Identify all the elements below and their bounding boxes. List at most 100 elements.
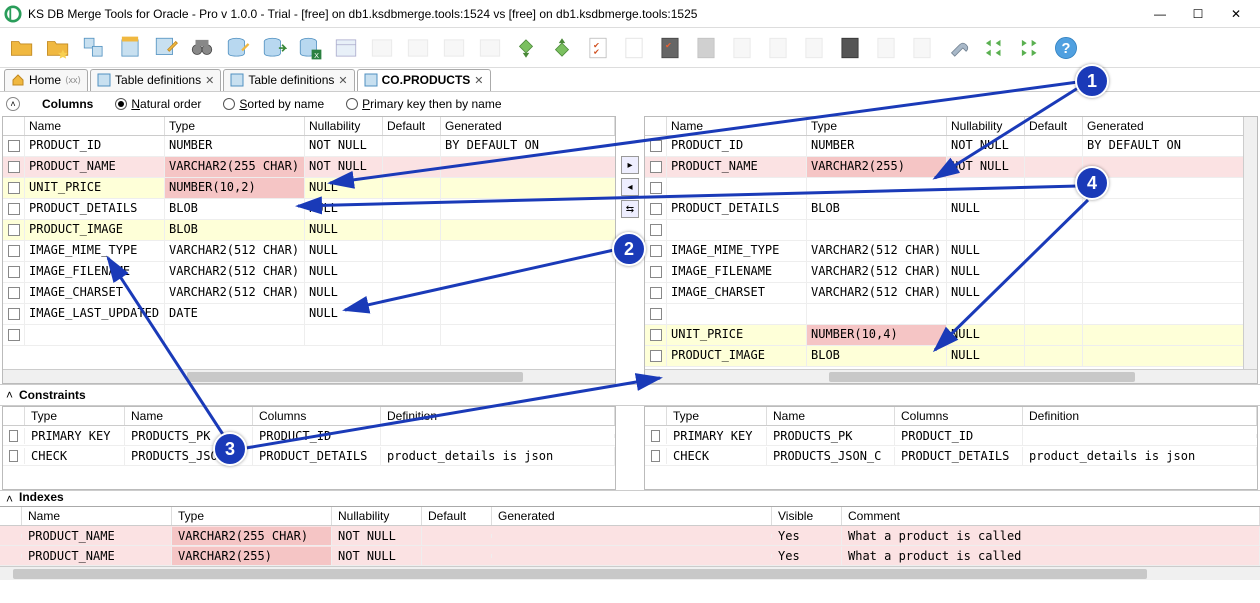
table-row[interactable]: PRODUCT_NAME VARCHAR2(255 CHAR) NOT NULL — [3, 157, 615, 178]
wrench-icon[interactable] — [942, 32, 974, 64]
open-folder-icon[interactable] — [6, 32, 38, 64]
row-checkbox[interactable] — [650, 182, 662, 194]
row-checkbox[interactable] — [651, 430, 660, 442]
row-checkbox[interactable] — [650, 350, 662, 362]
col-name[interactable]: Name — [25, 117, 165, 135]
table-row[interactable]: UNIT_PRICE NUMBER(10,2) NULL — [3, 178, 615, 199]
close-button[interactable]: ✕ — [1224, 4, 1248, 24]
radio-pk-then-name[interactable]: Primary key then by name — [346, 97, 501, 111]
tab-tabledef-2[interactable]: Table definitions ✕ — [223, 69, 354, 91]
minimize-button[interactable]: — — [1148, 4, 1172, 24]
row-checkbox[interactable] — [8, 182, 20, 194]
tab-tabledef-1[interactable]: Table definitions ✕ — [90, 69, 221, 91]
db-excel-icon[interactable]: X — [294, 32, 326, 64]
folder-star-icon[interactable] — [42, 32, 74, 64]
row-checkbox[interactable] — [650, 161, 662, 173]
table-row[interactable]: UNIT_PRICE NUMBER(10,4) NULL — [645, 325, 1257, 346]
table-row[interactable]: PRODUCT_DETAILS BLOB NULL — [645, 199, 1257, 220]
row-checkbox[interactable] — [8, 266, 20, 278]
transfer-left-icon[interactable]: ◂ — [621, 178, 639, 196]
row-checkbox[interactable] — [650, 203, 662, 215]
row-checkbox[interactable] — [650, 266, 662, 278]
close-icon[interactable]: ✕ — [338, 74, 347, 87]
table-row[interactable]: PRODUCT_DETAILS BLOB NULL — [3, 199, 615, 220]
tab-co-products[interactable]: CO.PRODUCTS ✕ — [357, 69, 491, 91]
sync-icon[interactable]: ⇆ — [621, 200, 639, 218]
tab-home[interactable]: Home ⟨xx⟩ — [4, 69, 88, 91]
graydoc5-icon[interactable] — [906, 32, 938, 64]
row-checkbox[interactable] — [650, 329, 662, 341]
grid-compare-icon[interactable] — [78, 32, 110, 64]
graydoc3-icon[interactable] — [798, 32, 830, 64]
col-name[interactable]: Name — [667, 117, 807, 135]
table-row[interactable]: IMAGE_MIME_TYPE VARCHAR2(512 CHAR) NULL — [645, 241, 1257, 262]
check-dark1-icon[interactable]: ✔ — [654, 32, 686, 64]
table-row[interactable]: PRODUCT_IMAGE BLOB NULL — [645, 346, 1257, 367]
transfer-right-icon[interactable]: ▸ — [621, 156, 639, 174]
collapse-toggle-icon[interactable]: ˄ — [6, 492, 13, 506]
row-checkbox[interactable] — [650, 308, 662, 320]
h-scrollbar[interactable] — [645, 369, 1257, 383]
green-arrows2-icon[interactable] — [1014, 32, 1046, 64]
grid-pencil-icon[interactable] — [150, 32, 182, 64]
row-checkbox[interactable] — [650, 140, 662, 152]
col-type[interactable]: Type — [165, 117, 305, 135]
graygrid2-icon[interactable] — [402, 32, 434, 64]
col-null[interactable]: Nullability — [947, 117, 1025, 135]
row-checkbox[interactable] — [8, 287, 20, 299]
graygrid1-icon[interactable] — [366, 32, 398, 64]
right-grid-body[interactable]: PRODUCT_ID NUMBER NOT NULL BY DEFAULT ON… — [645, 136, 1257, 369]
table-row[interactable] — [645, 178, 1257, 199]
row-checkbox[interactable] — [8, 140, 20, 152]
v-scrollbar[interactable] — [1243, 117, 1257, 369]
constraint-row[interactable]: PRIMARY KEY PRODUCTS_PK PRODUCT_ID — [3, 426, 615, 446]
check-doc2-icon[interactable] — [618, 32, 650, 64]
row-checkbox[interactable] — [650, 287, 662, 299]
compare-row[interactable]: PRODUCT_NAME VARCHAR2(255 CHAR) NOT NULL… — [0, 526, 1260, 546]
grid-select-icon[interactable] — [114, 32, 146, 64]
check-dark2-icon[interactable] — [690, 32, 722, 64]
radio-natural-order[interactable]: Natural order — [115, 97, 201, 111]
h-scrollbar[interactable] — [3, 369, 615, 383]
compare-row[interactable]: PRODUCT_NAME VARCHAR2(255) NOT NULL Yes … — [0, 546, 1260, 566]
binoculars-icon[interactable] — [186, 32, 218, 64]
graygrid3-icon[interactable] — [438, 32, 470, 64]
graydoc1-icon[interactable] — [726, 32, 758, 64]
help-icon[interactable]: ? — [1050, 32, 1082, 64]
row-checkbox[interactable] — [9, 450, 18, 462]
table-row[interactable]: IMAGE_MIME_TYPE VARCHAR2(512 CHAR) NULL — [3, 241, 615, 262]
graydoc4-icon[interactable] — [870, 32, 902, 64]
close-icon[interactable]: ✕ — [474, 74, 483, 87]
col-generated[interactable]: Generated — [1083, 117, 1257, 135]
radio-sorted-by-name[interactable]: Sorted by name — [223, 97, 324, 111]
graygrid4-icon[interactable] — [474, 32, 506, 64]
table-row[interactable] — [3, 325, 615, 346]
constraint-row[interactable]: CHECK PRODUCTS_JSON_C PRODUCT_DETAILS pr… — [645, 446, 1257, 466]
table-row[interactable]: IMAGE_LAST_UPDATED DATE NULL — [3, 304, 615, 325]
table-row[interactable]: PRODUCT_ID NUMBER NOT NULL BY DEFAULT ON — [645, 136, 1257, 157]
close-icon[interactable]: ✕ — [205, 74, 214, 87]
collapse-toggle-icon[interactable]: ˄ — [6, 97, 20, 111]
row-checkbox[interactable] — [8, 245, 20, 257]
maximize-button[interactable]: ☐ — [1186, 4, 1210, 24]
left-grid-body[interactable]: PRODUCT_ID NUMBER NOT NULL BY DEFAULT ON… — [3, 136, 615, 369]
check-doc1-icon[interactable]: ✔✔ — [582, 32, 614, 64]
constraint-row[interactable]: CHECK PRODUCTS_JSON_C PRODUCT_DETAILS pr… — [3, 446, 615, 466]
table-row[interactable]: IMAGE_FILENAME VARCHAR2(512 CHAR) NULL — [645, 262, 1257, 283]
table-row[interactable]: PRODUCT_ID NUMBER NOT NULL BY DEFAULT ON — [3, 136, 615, 157]
row-checkbox[interactable] — [8, 161, 20, 173]
table-row[interactable]: IMAGE_CHARSET VARCHAR2(512 CHAR) NULL — [645, 283, 1257, 304]
col-type[interactable]: Type — [807, 117, 947, 135]
row-checkbox[interactable] — [8, 329, 20, 341]
col-null[interactable]: Nullability — [305, 117, 383, 135]
table-row[interactable] — [645, 304, 1257, 325]
collapse-toggle-icon[interactable]: ˄ — [6, 388, 13, 402]
h-scrollbar[interactable] — [0, 566, 1260, 580]
db-pencil-icon[interactable] — [222, 32, 254, 64]
row-checkbox[interactable] — [9, 430, 18, 442]
col-default[interactable]: Default — [383, 117, 441, 135]
row-checkbox[interactable] — [8, 224, 20, 236]
col-generated[interactable]: Generated — [441, 117, 615, 135]
row-checkbox[interactable] — [8, 308, 20, 320]
graydoc2-icon[interactable] — [762, 32, 794, 64]
